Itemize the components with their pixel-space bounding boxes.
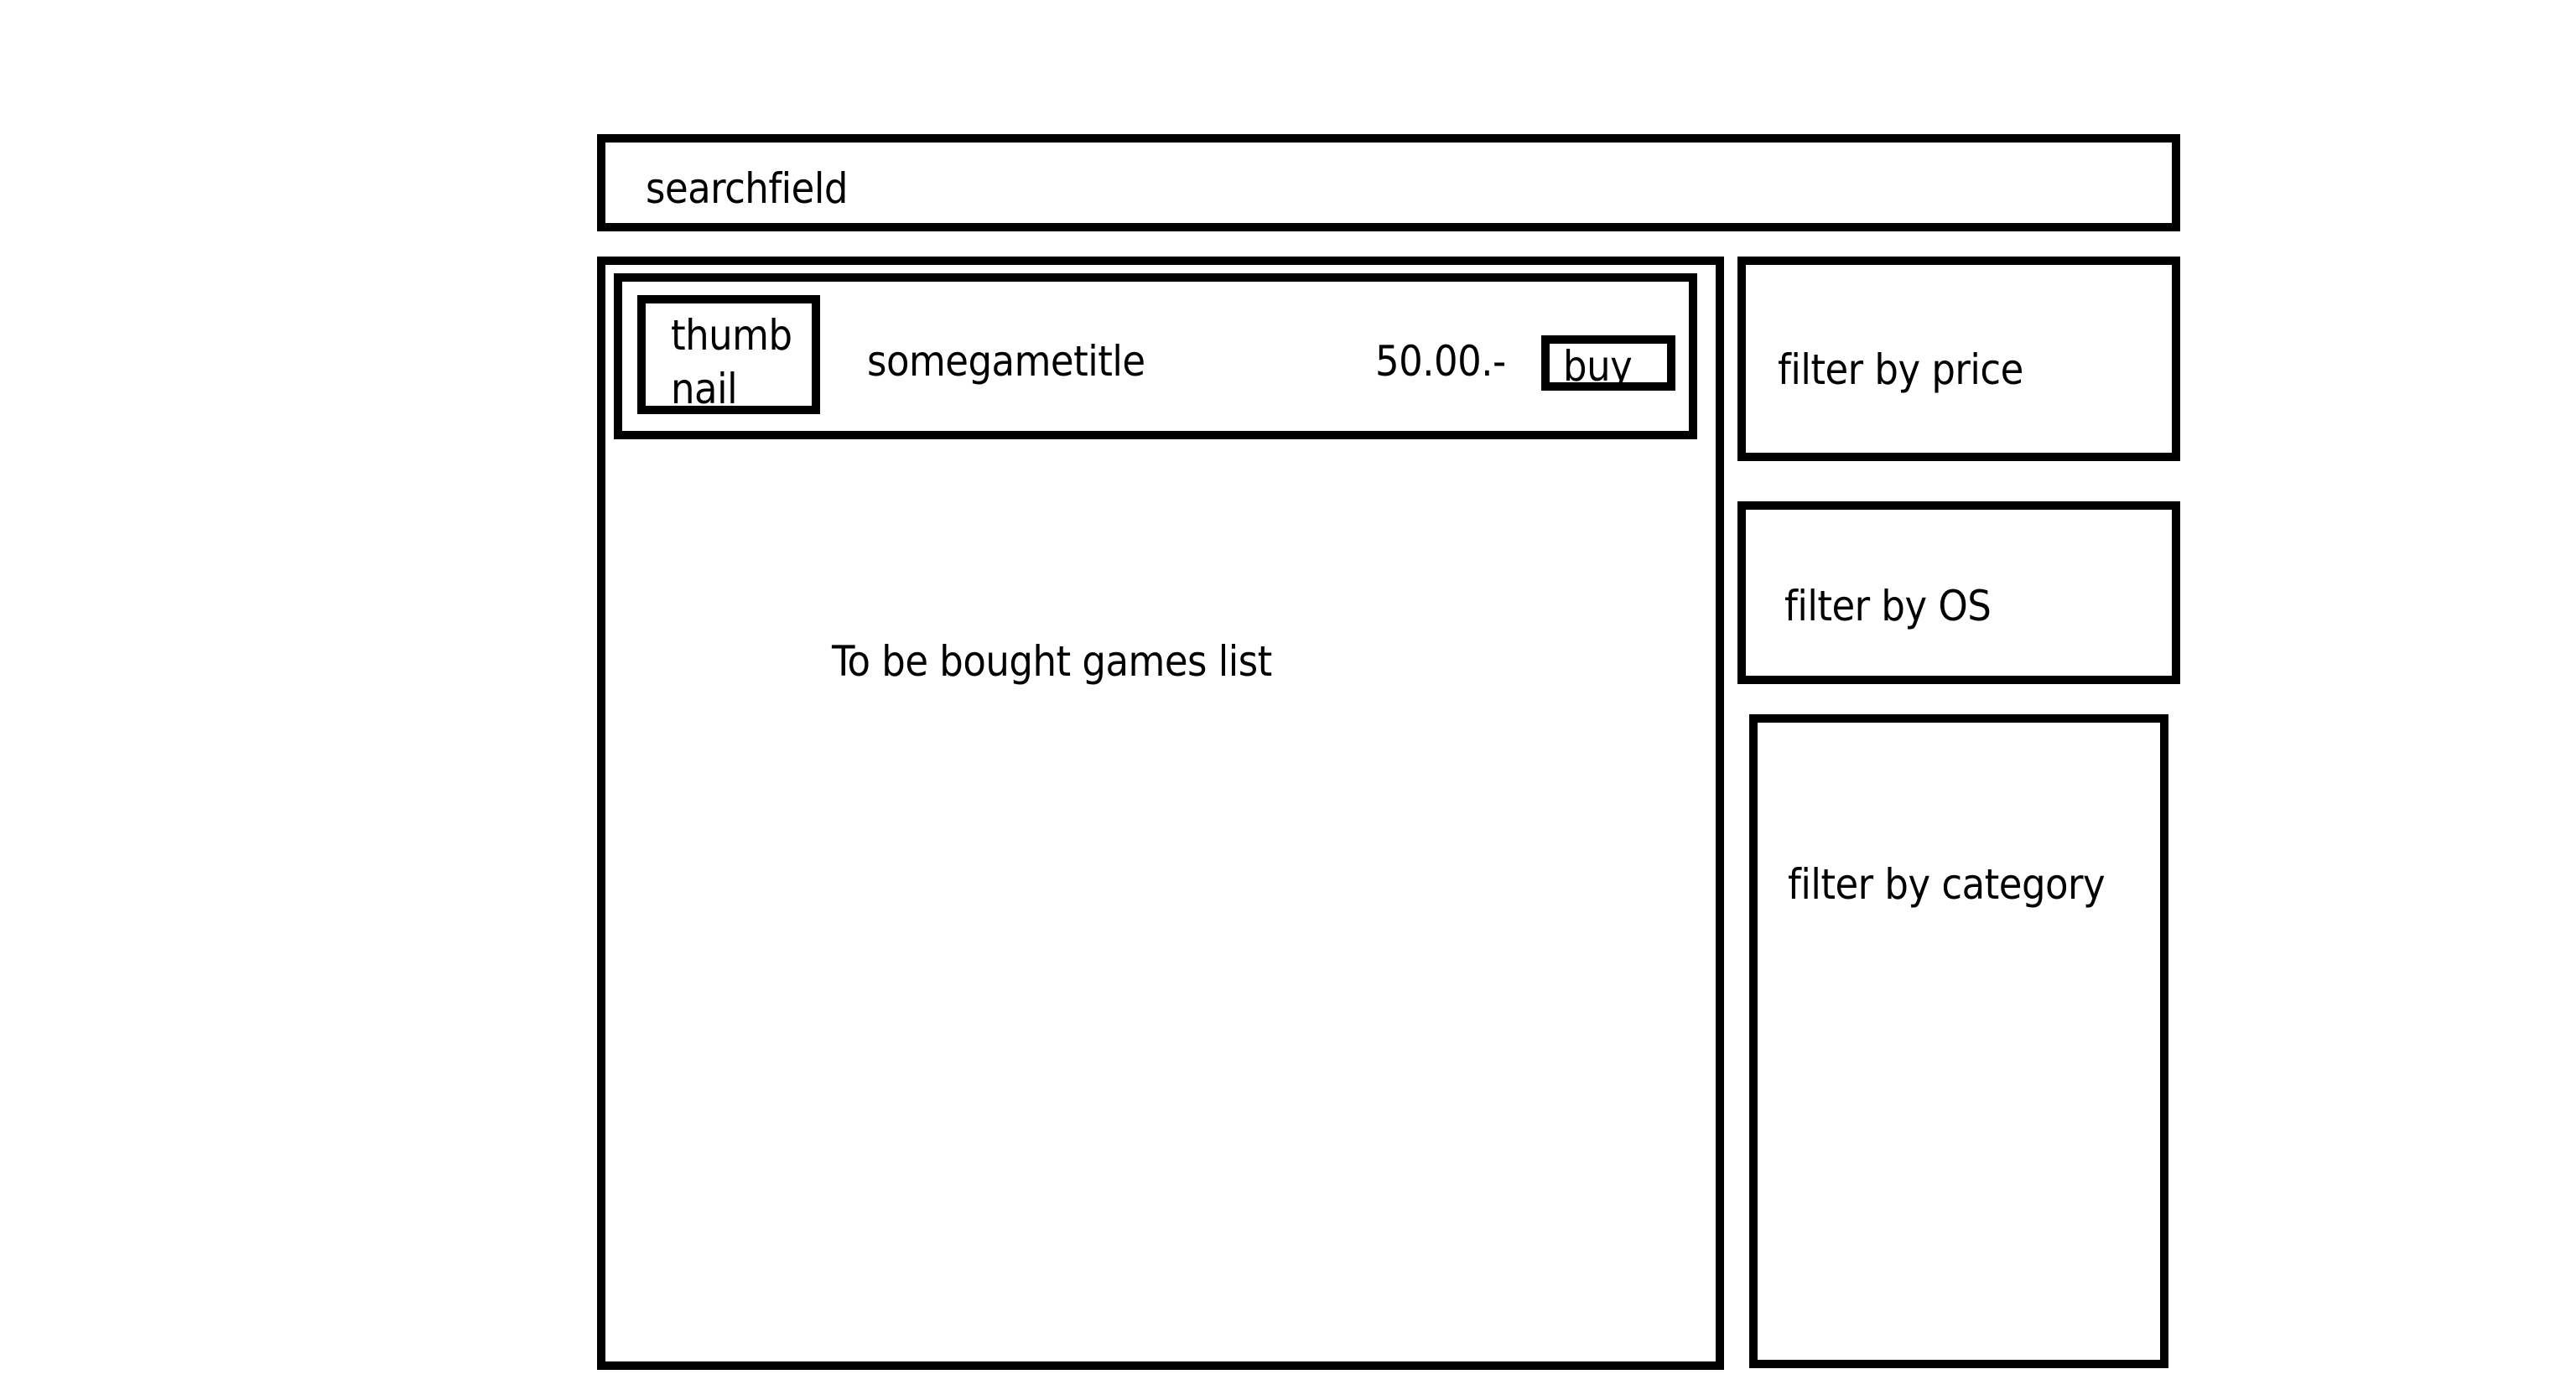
search-placeholder: searchfield [646, 164, 848, 213]
game-thumbnail[interactable]: thumb nail [637, 295, 820, 414]
filter-by-price[interactable]: filter by price [1737, 257, 2180, 461]
filter-os-label: filter by OS [1784, 582, 1992, 630]
filter-category-label: filter by category [1788, 860, 2106, 909]
search-input[interactable]: searchfield [597, 134, 2180, 231]
filter-price-label: filter by price [1778, 345, 2023, 394]
filter-by-category[interactable]: filter by category [1749, 714, 2168, 1368]
game-price: 50.00.- [1375, 337, 1506, 386]
thumbnail-placeholder: thumb nail [671, 311, 792, 413]
game-title: somegametitle [867, 337, 1145, 386]
buy-button[interactable]: buy [1541, 335, 1675, 391]
filter-by-os[interactable]: filter by OS [1737, 501, 2180, 684]
buy-button-label: buy [1563, 342, 1633, 391]
games-list-label: To be bought games list [832, 637, 1272, 686]
